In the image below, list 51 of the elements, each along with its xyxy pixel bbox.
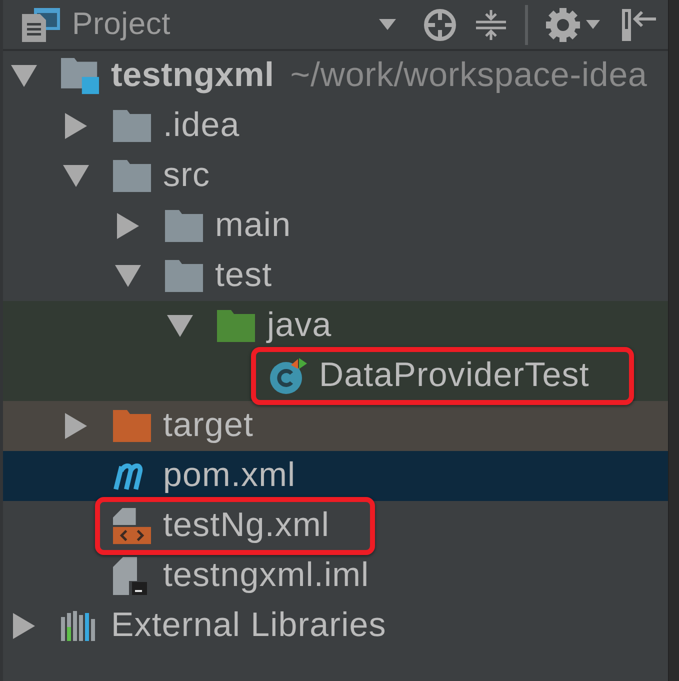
collapse-all-icon[interactable] <box>475 8 507 40</box>
folder-icon <box>113 160 151 192</box>
folder-icon <box>217 310 255 342</box>
tree-row[interactable]: DataProviderTest <box>3 351 668 401</box>
tree-row[interactable]: test <box>3 251 668 301</box>
tree-item-label: testNg.xml <box>163 506 330 546</box>
disclosure-triangle-icon[interactable] <box>13 613 35 639</box>
tree-item-label: src <box>163 156 210 196</box>
tree-item-label: main <box>215 206 292 246</box>
disclosure-triangle-icon[interactable] <box>63 165 89 187</box>
hide-panel-icon[interactable] <box>622 8 656 40</box>
panel-title: Project <box>72 5 171 44</box>
tree-item-label: target <box>163 406 254 446</box>
tree-row[interactable]: testngxml.iml <box>3 551 668 601</box>
tree-item-label: External Libraries <box>111 606 386 646</box>
disclosure-triangle-icon[interactable] <box>117 213 139 239</box>
tree-item-label: DataProviderTest <box>319 356 590 396</box>
module-path: ~/work/workspace-idea <box>290 56 648 96</box>
tree-row[interactable]: pom.xml <box>3 451 668 501</box>
tree-item-label: test <box>215 256 272 296</box>
tree-item-label: java <box>267 306 332 346</box>
tree-item-label: testngxml.iml <box>163 556 370 596</box>
tree-item-label: .idea <box>163 106 240 146</box>
dropdown-caret-icon[interactable] <box>379 19 396 30</box>
folder-icon <box>165 210 203 242</box>
folder-icon <box>113 410 151 442</box>
caret-icon[interactable] <box>586 20 600 29</box>
disclosure-triangle-icon[interactable] <box>167 315 193 337</box>
crosshair-icon[interactable] <box>423 8 457 42</box>
disclosure-triangle-icon[interactable] <box>65 113 87 139</box>
module-folder-icon <box>61 57 99 95</box>
disclosure-triangle-icon[interactable] <box>115 265 141 287</box>
tree-item-label: testngxml <box>111 56 274 96</box>
tree-row[interactable]: src <box>3 151 668 201</box>
xml-file-icon <box>113 507 151 545</box>
tree-row[interactable]: .idea <box>3 101 668 151</box>
disclosure-triangle-icon[interactable] <box>11 65 37 87</box>
tree-row[interactable]: testNg.xml <box>3 501 668 551</box>
tree-row[interactable]: target <box>3 401 668 451</box>
gear-icon[interactable] <box>546 8 580 42</box>
folder-icon <box>113 110 151 142</box>
disclosure-triangle-icon[interactable] <box>65 413 87 439</box>
project-view-icon <box>22 8 60 42</box>
tree-row[interactable]: main <box>3 201 668 251</box>
tree-row[interactable]: testngxml ~/work/workspace-idea <box>3 51 668 101</box>
tree-row[interactable]: java <box>3 301 668 351</box>
tree-row[interactable]: External Libraries <box>3 601 668 651</box>
file-icon <box>113 557 147 595</box>
folder-icon <box>165 260 203 292</box>
tree-item-label: pom.xml <box>163 456 296 496</box>
class-c-icon <box>269 357 307 395</box>
